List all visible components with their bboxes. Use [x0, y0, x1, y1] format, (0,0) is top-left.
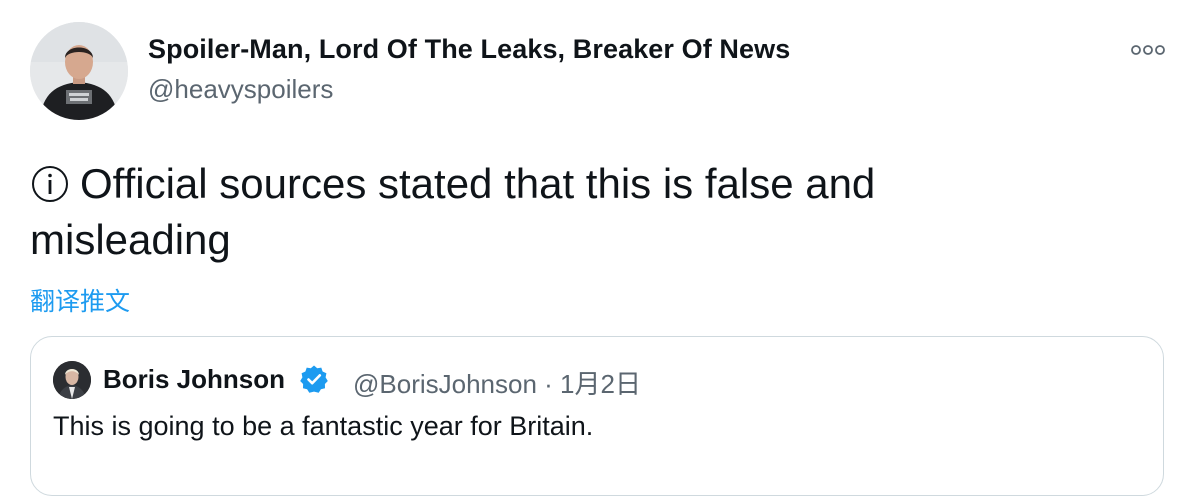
- tweet-container: Spoiler-Man, Lord Of The Leaks, Breaker …: [0, 0, 1194, 496]
- quoted-profile-photo-icon: [53, 361, 91, 399]
- tweet-body: Official sources stated that this is fal…: [30, 160, 876, 263]
- more-horizontal-icon: [1131, 45, 1165, 55]
- info-circle-icon: [32, 166, 68, 202]
- quoted-handle-and-date[interactable]: @BorisJohnson · 1月2日: [353, 364, 641, 401]
- translate-tweet-link[interactable]: 翻译推文: [30, 282, 130, 318]
- quoted-display-name[interactable]: Boris Johnson: [103, 364, 285, 395]
- profile-photo-icon: [30, 22, 128, 120]
- quoted-author-avatar[interactable]: [53, 361, 91, 399]
- quoted-tweet-card[interactable]: Boris Johnson @BorisJohnson · 1月2日 This …: [30, 336, 1164, 496]
- author-display-name[interactable]: Spoiler-Man, Lord Of The Leaks, Breaker …: [148, 34, 790, 65]
- more-options-button[interactable]: [1126, 36, 1170, 64]
- tweet-text: Official sources stated that this is fal…: [30, 156, 1030, 268]
- author-handle[interactable]: @heavyspoilers: [148, 74, 333, 105]
- author-avatar[interactable]: [30, 22, 128, 120]
- quoted-tweet-text: This is going to be a fantastic year for…: [53, 411, 594, 441]
- verified-badge-icon: [300, 365, 328, 393]
